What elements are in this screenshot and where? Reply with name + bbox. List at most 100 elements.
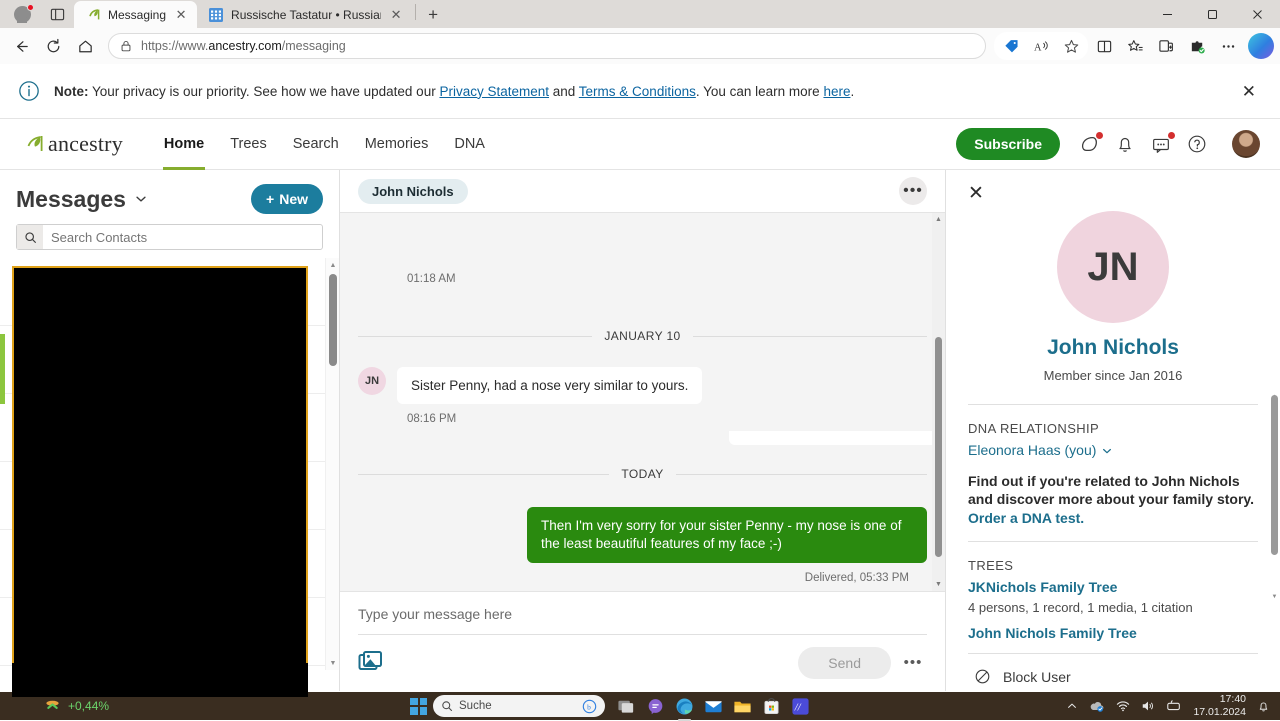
help-icon[interactable] xyxy=(1186,133,1208,155)
privacy-statement-link[interactable]: Privacy Statement xyxy=(439,84,549,99)
message-input[interactable]: Type your message here xyxy=(358,606,927,635)
conversation-more-button[interactable]: ••• xyxy=(899,177,927,205)
nav-item-memories[interactable]: Memories xyxy=(352,119,442,170)
file-explorer-icon[interactable] xyxy=(733,697,752,716)
new-tab-button[interactable]: + xyxy=(419,2,447,28)
store-icon[interactable] xyxy=(762,697,781,716)
conversation-contact-chip[interactable]: John Nichols xyxy=(358,178,468,204)
extensions-button[interactable] xyxy=(1182,32,1212,60)
chevron-up-icon[interactable] xyxy=(1066,700,1078,712)
terms-conditions-link[interactable]: Terms & Conditions xyxy=(579,84,696,99)
svg-text:b: b xyxy=(587,702,591,711)
maximize-button[interactable] xyxy=(1190,0,1235,28)
scroll-down-icon[interactable]: ▼ xyxy=(932,578,945,591)
profile-close-icon[interactable]: ✕ xyxy=(968,170,990,205)
chat-icon[interactable] xyxy=(646,697,665,716)
user-avatar[interactable] xyxy=(1232,130,1260,158)
composer-more-button[interactable]: ••• xyxy=(899,649,927,677)
svg-text://: // xyxy=(794,702,802,713)
favorites-list-button[interactable] xyxy=(1120,32,1150,60)
scroll-up-icon[interactable]: ▲ xyxy=(326,258,340,272)
nav-item-trees[interactable]: Trees xyxy=(217,119,280,170)
subscribe-button[interactable]: Subscribe xyxy=(956,128,1060,160)
profile-name: John Nichols xyxy=(1047,336,1179,359)
start-button-icon[interactable] xyxy=(410,697,427,715)
new-message-button[interactable]: + New xyxy=(251,184,323,214)
edge-icon[interactable] xyxy=(675,697,694,721)
browser-profile-button[interactable] xyxy=(4,0,40,28)
scrollbar-thumb[interactable] xyxy=(329,274,337,366)
favorites-star-list-icon xyxy=(1127,39,1143,51)
search-contacts-box[interactable] xyxy=(16,224,323,250)
profile-scrollbar[interactable]: ▲ ▼ xyxy=(1269,394,1280,691)
read-aloud-button[interactable]: A xyxy=(1026,32,1056,60)
notification-icon[interactable] xyxy=(1257,700,1270,713)
dna-person-row[interactable]: Eleonora Haas (you) xyxy=(968,436,1258,460)
minimize-button[interactable] xyxy=(1145,0,1190,28)
chevron-down-icon[interactable] xyxy=(134,192,148,206)
onedrive-icon[interactable] xyxy=(1089,699,1105,713)
conversation-header: John Nichols ••• xyxy=(340,170,945,213)
collections-button[interactable] xyxy=(1151,32,1181,60)
scroll-down-icon[interactable]: ▼ xyxy=(1269,591,1280,602)
favorite-button[interactable] xyxy=(1056,32,1086,60)
wifi-icon[interactable] xyxy=(1116,699,1130,713)
battery-icon[interactable] xyxy=(1166,699,1182,713)
address-bar[interactable]: https://www.ancestry.com/messaging xyxy=(108,33,986,59)
image-attach-icon[interactable] xyxy=(358,650,384,676)
copilot-badge-icon[interactable]: b xyxy=(582,699,597,714)
scroll-up-icon[interactable]: ▲ xyxy=(932,213,945,226)
task-view-icon[interactable] xyxy=(617,697,636,716)
notice-close-icon[interactable]: ✕ xyxy=(1236,79,1262,104)
tab-actions-button[interactable] xyxy=(40,0,74,28)
tree-link-jknichols[interactable]: JKNichols Family Tree xyxy=(968,579,1117,595)
reload-button[interactable] xyxy=(38,32,68,60)
chevron-down-icon[interactable] xyxy=(1101,442,1113,459)
search-contacts-row xyxy=(0,214,339,258)
block-user-row[interactable]: Block User xyxy=(968,668,1258,685)
stock-widget-icon xyxy=(44,699,61,714)
send-button[interactable]: Send xyxy=(798,647,891,679)
split-screen-button[interactable] xyxy=(1089,32,1119,60)
messages-icon[interactable] xyxy=(1150,132,1175,155)
nav-item-home[interactable]: Home xyxy=(151,119,217,170)
scroll-down-icon[interactable]: ▼ xyxy=(326,656,340,670)
mail-icon[interactable] xyxy=(704,697,723,716)
back-button[interactable] xyxy=(6,32,36,60)
dna-person-link[interactable]: Eleonora Haas (you) xyxy=(968,442,1096,458)
order-dna-test-link[interactable]: Order a DNA test. xyxy=(968,510,1084,526)
star-icon xyxy=(1064,39,1078,53)
bell-icon[interactable] xyxy=(1114,133,1136,155)
search-input[interactable] xyxy=(43,229,322,245)
nav-item-dna[interactable]: DNA xyxy=(441,119,498,170)
settings-more-button[interactable] xyxy=(1213,32,1243,60)
close-button[interactable] xyxy=(1235,0,1280,28)
ancestry-logo[interactable]: ancestry xyxy=(20,131,123,157)
tab-messaging[interactable]: Messaging ✕ xyxy=(74,1,198,28)
learn-more-link[interactable]: here xyxy=(823,84,850,99)
browser-toolbar: https://www.ancestry.com/messaging A xyxy=(0,28,1280,64)
profile-panel: ✕ JN John Nichols Member since Jan 2016 … xyxy=(945,170,1280,691)
copilot-icon[interactable] xyxy=(1248,33,1274,59)
messaging-layout: Messages + New Search Contacts ▲ ▼ John … xyxy=(0,170,1280,691)
shopping-tag-button[interactable] xyxy=(996,32,1026,60)
home-button[interactable] xyxy=(70,32,100,60)
avatar: JN xyxy=(358,367,386,395)
tab-close-icon[interactable]: ✕ xyxy=(388,7,404,23)
taskbar-widget[interactable]: +0,44% xyxy=(0,699,410,714)
thread-scrollbar[interactable]: ▲ ▼ xyxy=(932,213,945,591)
volume-icon[interactable] xyxy=(1141,699,1155,713)
tab-close-icon[interactable]: ✕ xyxy=(173,7,189,23)
tree-link-john-nichols[interactable]: John Nichols Family Tree xyxy=(968,625,1137,641)
contact-list: ▲ ▼ xyxy=(0,258,339,691)
app-icon[interactable]: // xyxy=(791,697,810,716)
taskbar-search[interactable]: Suche b xyxy=(433,695,605,717)
privacy-notice-banner: Note: Your privacy is our priority. See … xyxy=(0,64,1280,119)
tab-russian-keyboard[interactable]: Russische Tastatur • Russian Keyb ✕ xyxy=(197,1,413,28)
scrollbar-thumb[interactable] xyxy=(1271,395,1278,555)
scrollbar-thumb[interactable] xyxy=(935,337,942,557)
nav-item-search[interactable]: Search xyxy=(280,119,352,170)
taskbar-clock[interactable]: 17:40 17.01.2024 xyxy=(1193,693,1246,719)
leaf-hint-icon[interactable] xyxy=(1078,132,1103,155)
contact-list-scrollbar[interactable]: ▲ ▼ xyxy=(325,258,339,670)
